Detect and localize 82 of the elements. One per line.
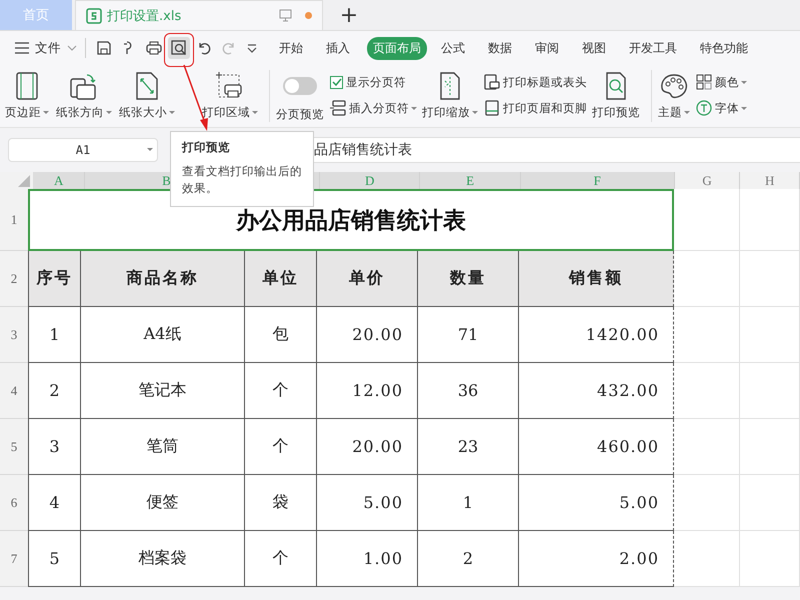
paper-size-button[interactable]: 纸张大小 xyxy=(118,65,176,120)
table-cell: 71 xyxy=(418,307,519,363)
chevron-icon xyxy=(67,45,77,51)
ribbon-tab[interactable]: 开始 xyxy=(273,36,309,60)
page-scaling-icon xyxy=(438,71,462,101)
column-heading: 商品名称 xyxy=(81,251,245,307)
table-cell: 包 xyxy=(245,307,317,363)
ribbon-tab[interactable]: 审阅 xyxy=(529,36,565,60)
table-cell: 2 xyxy=(28,363,81,419)
ribbon-tab[interactable]: 视图 xyxy=(576,36,612,60)
table-cell: 12.00 xyxy=(317,363,418,419)
menu-icon xyxy=(15,42,29,54)
document-title: 打印设置.xls xyxy=(107,8,182,24)
insert-page-break-button[interactable]: 插入分页符 xyxy=(330,98,417,118)
colors-button[interactable]: 颜色 xyxy=(696,72,747,92)
print-header-footer-button[interactable]: 打印页眉和页脚 xyxy=(484,98,587,118)
print-area-button[interactable]: 打印区域 xyxy=(201,65,259,120)
print-icon[interactable] xyxy=(146,40,162,56)
ribbon-tab[interactable]: 开发工具 xyxy=(623,36,683,60)
table-cell: 5.00 xyxy=(317,475,418,531)
ribbon-tab[interactable]: 插入 xyxy=(320,36,356,60)
column-heading: 单位 xyxy=(245,251,317,307)
fonts-button[interactable]: 字体 xyxy=(696,98,747,118)
column-heading: 销售额 xyxy=(519,251,674,307)
spreadsheet-icon xyxy=(86,8,102,24)
page-break-preview-toggle[interactable]: 分页预览 xyxy=(275,65,325,122)
page-break-icon xyxy=(330,100,346,116)
row-number[interactable]: 1 xyxy=(0,189,28,251)
table-cell: 便签 xyxy=(81,475,245,531)
table-cell: 4 xyxy=(28,475,81,531)
table-cell: 36 xyxy=(418,363,519,419)
table-cell: 20.00 xyxy=(317,307,418,363)
checkmark-icon xyxy=(332,77,342,87)
ribbon-tab[interactable]: 数据 xyxy=(482,36,518,60)
new-tab-button[interactable]: + xyxy=(337,0,361,30)
column-heading: 数量 xyxy=(418,251,519,307)
table-cell: A4纸 xyxy=(81,307,245,363)
file-menu[interactable]: 文件 xyxy=(15,40,77,56)
table-cell: 1 xyxy=(28,307,81,363)
row-number[interactable]: 7 xyxy=(0,531,28,587)
row-number[interactable]: 3 xyxy=(0,307,28,363)
page-resize-icon xyxy=(134,71,160,101)
row-number[interactable]: 5 xyxy=(0,419,28,475)
table-cell: 5 xyxy=(28,531,81,587)
row-number[interactable]: 6 xyxy=(0,475,28,531)
more-icon[interactable] xyxy=(246,42,258,54)
table-cell: 个 xyxy=(245,363,317,419)
table-cell: 23 xyxy=(418,419,519,475)
print-titles-button[interactable]: 打印标题或表头 xyxy=(484,72,587,92)
header-footer-icon xyxy=(484,100,500,116)
page-margins-icon xyxy=(14,71,40,101)
table-cell: 1 xyxy=(418,475,519,531)
name-box[interactable]: A1 xyxy=(8,138,158,162)
table-cell: 1.00 xyxy=(317,531,418,587)
print-preview-large-button[interactable]: 打印预览 xyxy=(591,65,641,120)
print-preview-icon xyxy=(604,71,628,101)
table-cell: 笔记本 xyxy=(81,363,245,419)
theme-button[interactable]: 主题 xyxy=(657,65,691,120)
print-preview-button[interactable] xyxy=(168,37,190,59)
show-page-breaks-checkbox[interactable]: 显示分页符 xyxy=(330,72,417,92)
print-scaling-button[interactable]: 打印缩放 xyxy=(421,65,479,120)
ribbon-tab[interactable]: 特色功能 xyxy=(694,36,754,60)
table-cell: 档案袋 xyxy=(81,531,245,587)
print-titles-icon xyxy=(484,74,500,90)
table-cell: 2 xyxy=(418,531,519,587)
save-icon[interactable] xyxy=(96,40,112,56)
row-number[interactable]: 4 xyxy=(0,363,28,419)
font-icon xyxy=(696,100,712,116)
monitor-icon[interactable] xyxy=(279,9,292,22)
tooltip-title: 打印预览 xyxy=(182,140,231,155)
column-heading: 单价 xyxy=(317,251,418,307)
ribbon-tab[interactable]: 公式 xyxy=(435,36,471,60)
table-cell: 个 xyxy=(245,419,317,475)
table-cell: 3 xyxy=(28,419,81,475)
table-cell: 20.00 xyxy=(317,419,418,475)
table-cell: 袋 xyxy=(245,475,317,531)
table-cell: 个 xyxy=(245,531,317,587)
table-cell: 笔筒 xyxy=(81,419,245,475)
orientation-button[interactable]: 纸张方向 xyxy=(55,65,113,120)
margins-button[interactable]: 页边距 xyxy=(4,65,50,120)
grid-icon xyxy=(696,74,712,90)
column-heading: 序号 xyxy=(28,251,81,307)
